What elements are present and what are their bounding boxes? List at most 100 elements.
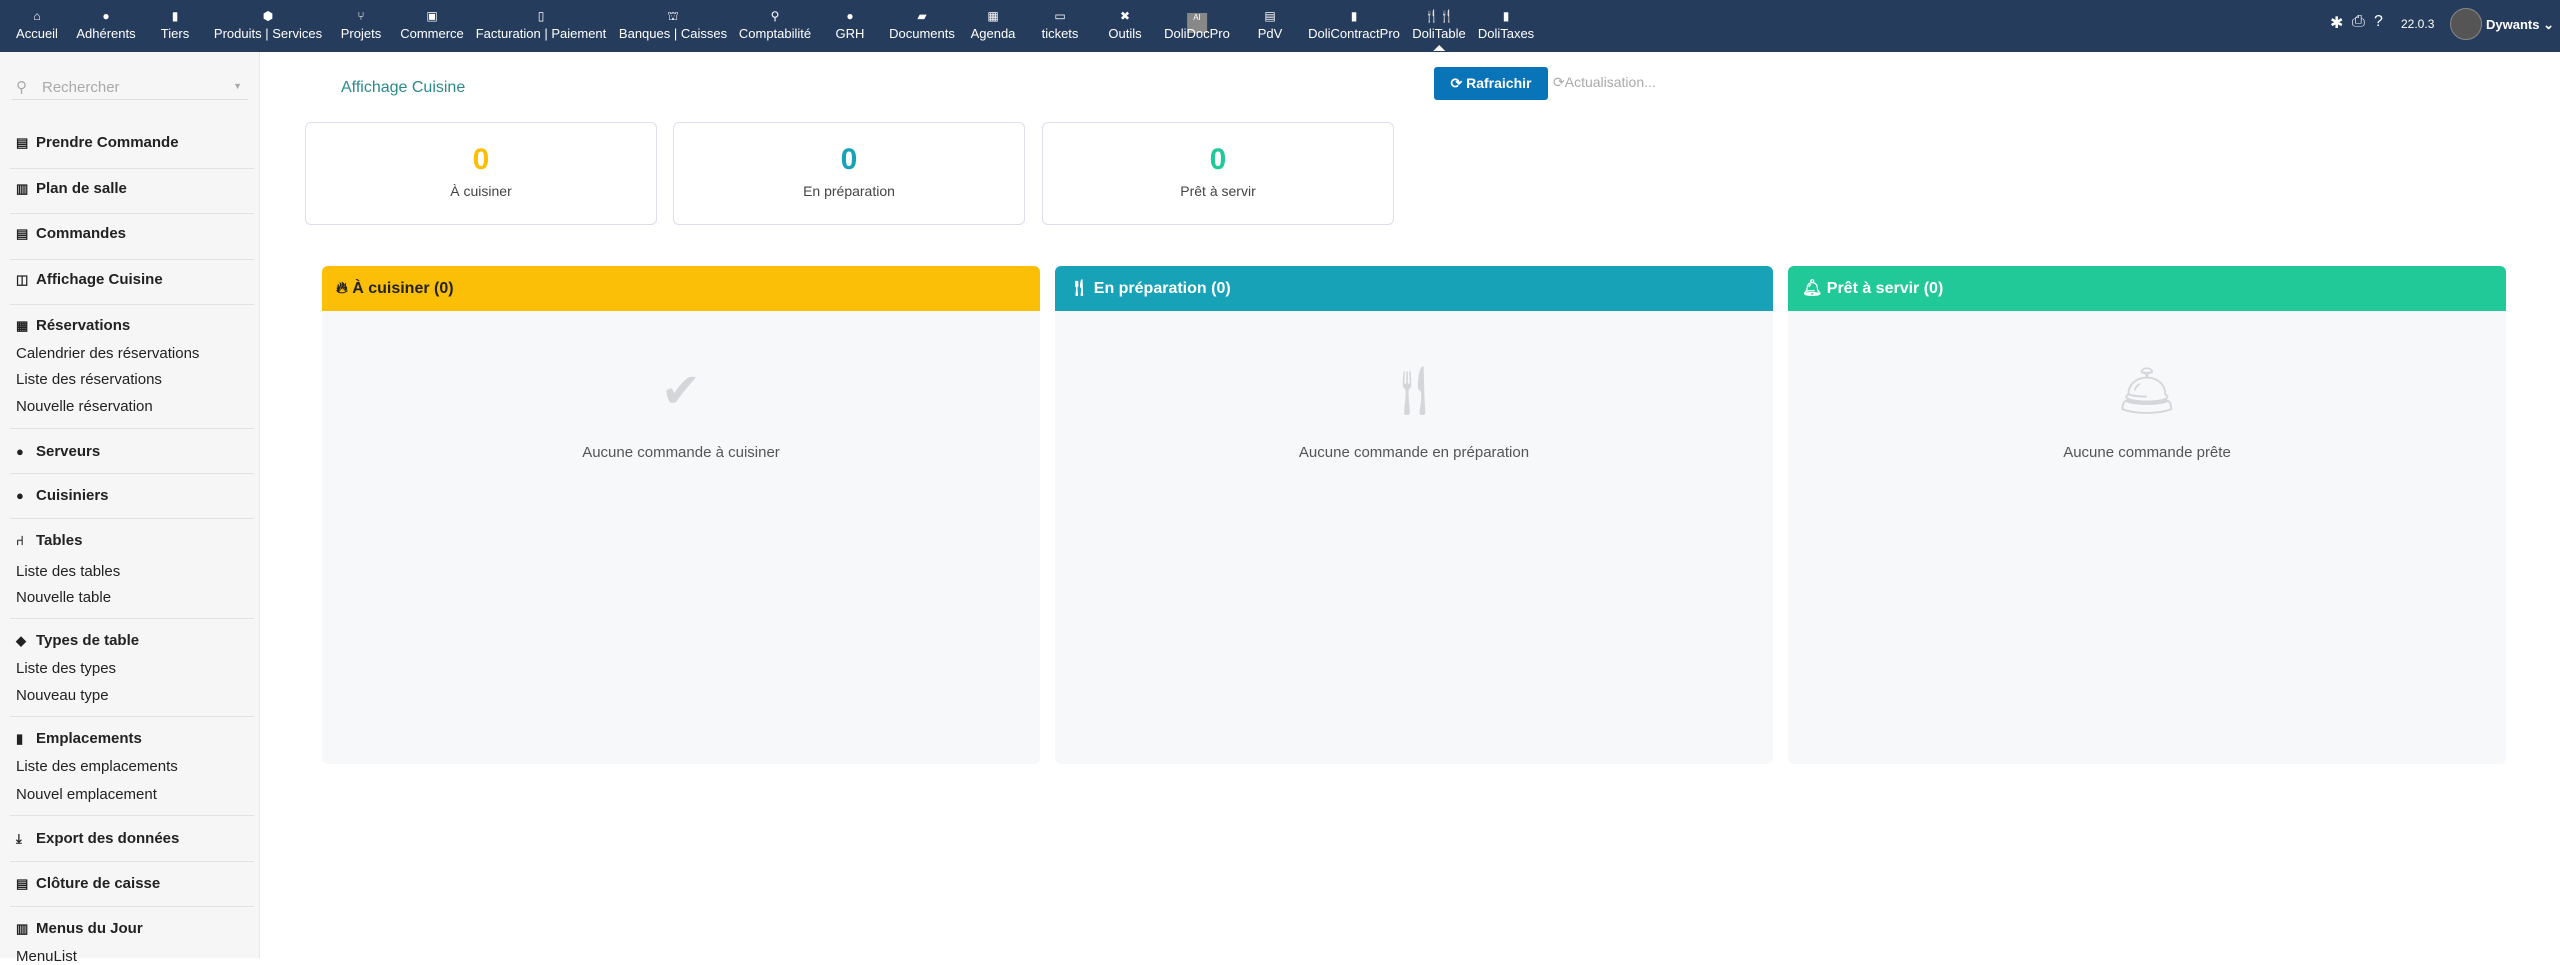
- print-icon[interactable]: ⎙: [2352, 13, 2365, 31]
- label: Commandes: [36, 225, 127, 242]
- nav-label: DoliDocPro: [1164, 26, 1230, 41]
- page-title[interactable]: Affichage Cuisine: [341, 79, 465, 97]
- divider: [10, 259, 254, 260]
- refresh-label: Rafraichir: [1466, 75, 1532, 91]
- nav-label: DoliTaxes: [1477, 26, 1535, 41]
- sidebar-item-commandes[interactable]: ▤ Commandes: [16, 225, 126, 242]
- nav-facturation[interactable]: ▯ Facturation | Paiement: [476, 6, 607, 41]
- sidebar-item-cuisiniers[interactable]: ● Cuisiniers: [16, 487, 109, 504]
- calendar-icon: ▦: [16, 318, 29, 333]
- nav-tickets[interactable]: ▭ tickets: [1042, 6, 1079, 41]
- help-icon[interactable]: ?: [2374, 13, 2383, 31]
- sidebar-item-tables[interactable]: ⑁ Tables: [16, 532, 82, 549]
- sidebar-link-nouvelle-table[interactable]: Nouvelle table: [16, 589, 111, 606]
- sidebar-item-plan-de-salle[interactable]: ▥ Plan de salle: [16, 180, 127, 197]
- nav-label: PdV: [1257, 26, 1283, 41]
- ai-icon: AI: [1164, 6, 1230, 33]
- user-menu[interactable]: Dywants ⌄: [2486, 17, 2554, 33]
- sidebar-link-nouveau-type[interactable]: Nouveau type: [16, 687, 109, 704]
- project-icon: ⑂: [357, 9, 365, 23]
- nav-label: Banques | Caisses: [618, 26, 728, 41]
- caret-down-icon: ▼: [233, 81, 242, 91]
- sidebar-item-affichage-cuisine[interactable]: ◫ Affichage Cuisine: [16, 271, 163, 288]
- stat-card-pret-a-servir: 0 Prêt à servir: [1042, 122, 1394, 225]
- nav-agenda[interactable]: ▦ Agenda: [971, 6, 1016, 41]
- bug-icon[interactable]: ✱: [2330, 13, 2343, 33]
- nav-dolicontractpro[interactable]: ▮ DoliContractPro: [1308, 6, 1400, 41]
- empty-text: Aucune commande prête: [2063, 444, 2231, 461]
- sidebar-item-cloture[interactable]: ▤ Clôture de caisse: [16, 875, 160, 892]
- invoice-icon: ▯: [537, 9, 545, 23]
- spinner-icon: ⟳: [1553, 74, 1565, 90]
- nav-label: Accueil: [16, 26, 58, 41]
- refresh-button[interactable]: ⟳ Rafraichir: [1434, 67, 1548, 100]
- nav-tiers[interactable]: ▮ Tiers: [161, 6, 189, 41]
- nav-dolitable[interactable]: 🍴🍴 DoliTable: [1412, 6, 1466, 51]
- ticket-icon: ▭: [1054, 9, 1066, 23]
- label: Cuisiniers: [36, 487, 109, 504]
- nav-dolitaxes[interactable]: ▮ DoliTaxes: [1478, 6, 1534, 41]
- empty-state: 🍴︎ Aucune commande en préparation: [1055, 362, 1773, 461]
- label: Serveurs: [36, 443, 101, 460]
- nav-produits[interactable]: ⬢ Produits | Services: [214, 6, 322, 41]
- sidebar-link-calendrier[interactable]: Calendrier des réservations: [16, 345, 199, 362]
- avatar[interactable]: [2450, 8, 2482, 40]
- download-icon: ⤓: [16, 831, 22, 846]
- search-dollar-icon: ⚲: [770, 9, 780, 23]
- sidebar-item-menus[interactable]: ▥ Menus du Jour: [16, 920, 143, 937]
- nav-commerce[interactable]: ▣ Commerce: [400, 6, 464, 41]
- label: Menus du Jour: [36, 920, 143, 937]
- nav-grh[interactable]: ● GRH: [836, 6, 865, 41]
- sidebar-item-reservations[interactable]: ▦ Réservations: [16, 317, 130, 334]
- sidebar-item-types-de-table[interactable]: ◆ Types de table: [16, 632, 139, 649]
- sidebar-link-liste-emplacements[interactable]: Liste des emplacements: [16, 758, 178, 775]
- bank-icon: ⛫: [667, 9, 679, 23]
- empty-text: Aucune commande à cuisiner: [582, 444, 780, 461]
- nav-accueil[interactable]: ⌂ Accueil: [16, 6, 58, 41]
- nav-adherents[interactable]: ● Adhérents: [76, 6, 135, 41]
- clipboard-icon: ▤: [16, 226, 29, 241]
- version-label: 22.0.3: [2401, 17, 2435, 31]
- file-icon: ▮: [1350, 9, 1358, 23]
- divider: [10, 518, 254, 519]
- sidebar-link-nouvel-emplacement[interactable]: Nouvel emplacement: [16, 786, 157, 803]
- map-icon: ▥: [16, 181, 29, 196]
- column-title: Prêt à servir (0): [1826, 280, 1944, 297]
- sidebar-link-liste-reservations[interactable]: Liste des réservations: [16, 371, 162, 388]
- member-icon: ●: [102, 9, 110, 23]
- divider: [10, 861, 254, 862]
- column-a-cuisiner: 🔥︎ À cuisiner (0) ✔ Aucune commande à cui…: [322, 266, 1040, 764]
- updating-status: ⟳Actualisation...: [1553, 74, 1656, 91]
- nav-dolidocpro[interactable]: AI DoliDocPro: [1164, 6, 1230, 41]
- cube-icon: ⬢: [262, 9, 274, 23]
- nav-outils[interactable]: ✖ Outils: [1108, 6, 1141, 41]
- sidebar-item-serveurs[interactable]: ● Serveurs: [16, 443, 100, 460]
- sidebar-link-liste-tables[interactable]: Liste des tables: [16, 563, 120, 580]
- nav-label: GRH: [835, 26, 865, 41]
- building-icon: ▮: [171, 9, 179, 23]
- sidebar-link-liste-types[interactable]: Liste des types: [16, 660, 116, 677]
- nav-label: Projets: [340, 26, 382, 41]
- sidebar-link-nouvelle-reservation[interactable]: Nouvelle réservation: [16, 398, 153, 415]
- nav-pdv[interactable]: ▤ PdV: [1258, 6, 1283, 41]
- sidebar-item-emplacements[interactable]: ▮ Emplacements: [16, 730, 142, 747]
- column-en-preparation: 🍴︎ En préparation (0) 🍴︎ Aucune commande …: [1055, 266, 1773, 764]
- bell-icon: 🔔︎: [1802, 280, 1823, 297]
- sidebar-link-menulist[interactable]: MenuList: [16, 948, 77, 965]
- column-title: À cuisiner (0): [352, 280, 454, 297]
- utensils-icon: 🍴︎: [1383, 365, 1445, 418]
- search-input[interactable]: ⚲ Rechercher ▼: [12, 78, 248, 100]
- concierge-bell-icon: 🛎︎: [2116, 365, 2178, 418]
- nav-banques[interactable]: ⛫ Banques | Caisses: [619, 6, 727, 41]
- nav-comptabilite[interactable]: ⚲ Comptabilité: [739, 6, 811, 41]
- stat-card-en-preparation: 0 En préparation: [673, 122, 1025, 225]
- nav-projets[interactable]: ⑂ Projets: [341, 6, 381, 41]
- nav-label: Adhérents: [76, 26, 136, 41]
- user-name: Dywants: [2486, 17, 2540, 32]
- sidebar-item-export[interactable]: ⤓ Export des données: [16, 830, 179, 847]
- nav-documents[interactable]: ▰ Documents: [889, 6, 955, 41]
- divider: [10, 618, 254, 619]
- sidebar-item-prendre-commande[interactable]: ▤ Prendre Commande: [16, 134, 179, 151]
- building-icon: ▮: [16, 731, 24, 746]
- sync-icon: ⟳: [1450, 75, 1463, 91]
